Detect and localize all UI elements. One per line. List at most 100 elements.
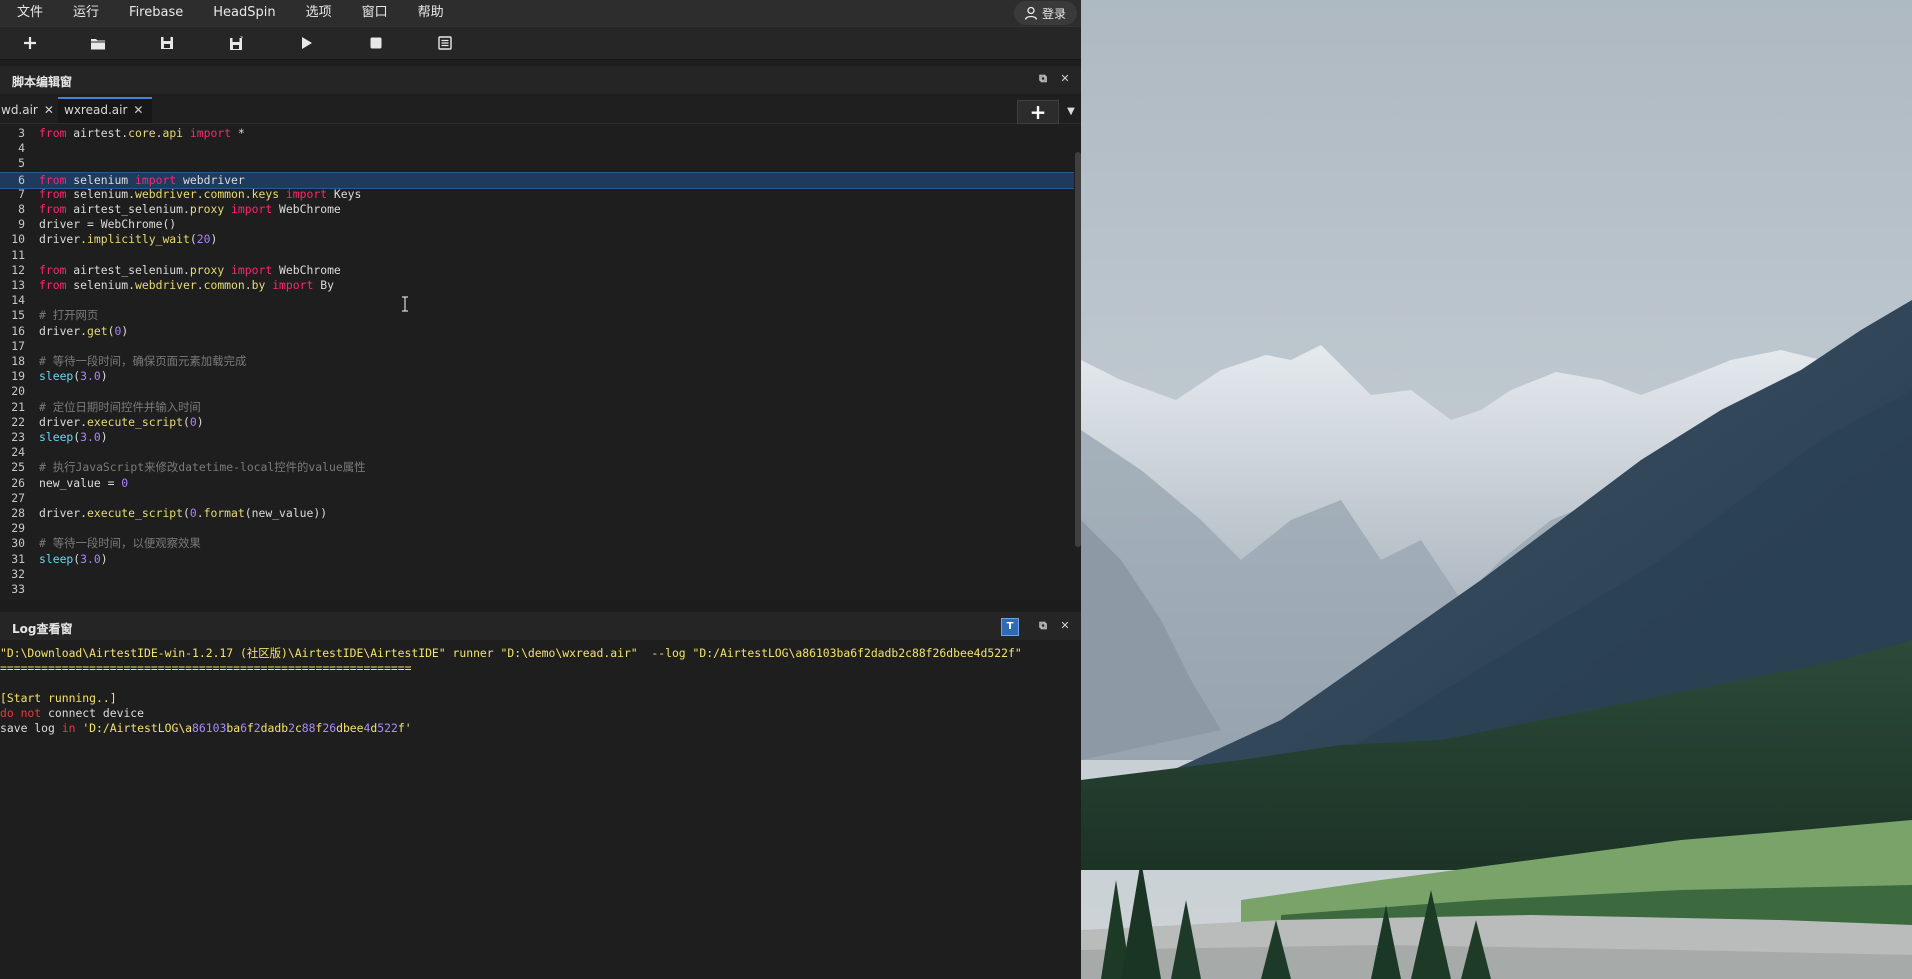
- code-line[interactable]: 27: [0, 491, 1074, 506]
- code-text: from selenium.webdriver.common.keys impo…: [39, 186, 362, 201]
- code-line[interactable]: 10 driver.implicitly_wait(20): [0, 232, 1074, 247]
- code-line[interactable]: 22 driver.execute_script(0): [0, 415, 1074, 430]
- menu-firebase[interactable]: Firebase: [114, 0, 198, 26]
- editor-header: 脚本编辑窗 ⧉ ✕: [0, 66, 1081, 94]
- code-line[interactable]: 3 from airtest.core.api import *: [0, 126, 1074, 141]
- menu-help[interactable]: 帮助: [403, 0, 459, 26]
- line-number: 23: [11, 430, 25, 444]
- close-panel-icon[interactable]: ✕: [1058, 72, 1072, 86]
- code-line[interactable]: 25 # 执行JavaScript来修改datetime-local控件的valu…: [0, 460, 1074, 475]
- menu-file[interactable]: 文件: [2, 0, 58, 26]
- editor-title: 脚本编辑窗: [12, 75, 73, 89]
- log-line-save-log: save log in 'D:/AirtestLOG\a86103ba6f2da…: [0, 721, 412, 735]
- line-number: 20: [11, 384, 25, 399]
- code-line[interactable]: 11: [0, 248, 1074, 263]
- ide-window: 文件 运行 Firebase HeadSpin 选项 窗口 帮助 登录 脚本编辑…: [0, 0, 1081, 979]
- menu-headspin[interactable]: HeadSpin: [198, 0, 290, 26]
- float-panel-icon[interactable]: ⧉: [1036, 72, 1050, 86]
- float-panel-icon[interactable]: ⧉: [1036, 619, 1050, 633]
- code-text: sleep(3.0): [39, 551, 108, 566]
- code-line[interactable]: 14: [0, 293, 1074, 308]
- save-as-icon[interactable]: [226, 33, 246, 53]
- code-text: sleep(3.0): [39, 430, 108, 444]
- login-button[interactable]: 登录: [1013, 1, 1077, 25]
- close-tab-icon[interactable]: ✕: [133, 103, 143, 117]
- line-number: 4: [18, 141, 25, 156]
- code-text: # 等待一段时间，以便观察效果: [39, 536, 201, 551]
- stop-icon[interactable]: [366, 33, 386, 53]
- code-line[interactable]: 5: [0, 156, 1074, 171]
- code-line[interactable]: 12 from airtest_selenium.proxy import Web…: [0, 263, 1074, 278]
- code-text: from selenium.webdriver.common.by import…: [39, 278, 334, 292]
- code-line[interactable]: 20: [0, 384, 1074, 399]
- open-folder-icon[interactable]: [88, 33, 108, 53]
- text-cursor-icon: [402, 296, 408, 312]
- code-line[interactable]: 32: [0, 567, 1074, 582]
- log-line-do-not-connect: do not connect device: [0, 706, 145, 720]
- line-number: 5: [18, 156, 25, 171]
- code-line[interactable]: 7 from selenium.webdriver.common.keys imp…: [0, 187, 1074, 202]
- code-line[interactable]: 15 # 打开网页: [0, 308, 1074, 323]
- code-text: # 定位日期时间控件并输入时间: [39, 399, 201, 414]
- line-number: 17: [11, 338, 25, 353]
- run-icon[interactable]: [297, 33, 317, 53]
- line-number: 24: [11, 445, 25, 460]
- line-number: 8: [18, 202, 25, 216]
- save-icon[interactable]: [157, 33, 177, 53]
- code-line[interactable]: 31 sleep(3.0): [0, 552, 1074, 567]
- code-line[interactable]: 24: [0, 445, 1074, 460]
- code-text: sleep(3.0): [39, 369, 108, 384]
- tab-label: wxread.air: [64, 103, 128, 117]
- log-output[interactable]: "D:\Download\AirtestIDE-win-1.2.17 (社区版)…: [0, 646, 1081, 736]
- line-number: 27: [11, 490, 25, 505]
- code-line[interactable]: 28 driver.execute_script(0.format(new_val…: [0, 506, 1074, 521]
- line-number: 21: [11, 399, 25, 414]
- code-line[interactable]: 13 from selenium.webdriver.common.by impo…: [0, 278, 1074, 293]
- code-line[interactable]: 23 sleep(3.0): [0, 430, 1074, 445]
- code-line[interactable]: 8 from airtest_selenium.proxy import WebC…: [0, 202, 1074, 217]
- code-line[interactable]: 17: [0, 339, 1074, 354]
- script-editor-panel: 脚本编辑窗 ⧉ ✕ wd.air ✕ wxread.air ✕ + ▼ 3 from …: [0, 60, 1081, 600]
- code-line[interactable]: 18 # 等待一段时间，确保页面元素加载完成: [0, 354, 1074, 369]
- code-text: driver.implicitly_wait(20): [39, 232, 218, 247]
- code-line[interactable]: 9 driver = WebChrome(): [0, 217, 1074, 232]
- report-icon[interactable]: [435, 33, 455, 53]
- close-tab-icon[interactable]: ✕: [44, 103, 54, 117]
- code-text: driver.execute_script(0): [39, 414, 204, 429]
- line-number: 13: [11, 278, 25, 292]
- code-line[interactable]: 16 driver.get(0): [0, 324, 1074, 339]
- code-line[interactable]: 4: [0, 141, 1074, 156]
- line-number: 7: [18, 186, 25, 201]
- tab-wxread-air[interactable]: wxread.air ✕: [58, 97, 152, 123]
- line-number: 12: [11, 262, 25, 277]
- line-number: 6: [18, 172, 25, 187]
- code-line[interactable]: 30 # 等待一段时间，以便观察效果: [0, 536, 1074, 551]
- line-number: 16: [11, 323, 25, 338]
- add-script-button[interactable]: +: [1017, 100, 1059, 124]
- close-panel-icon[interactable]: ✕: [1058, 619, 1072, 633]
- menu-window[interactable]: 窗口: [347, 0, 403, 26]
- menu-options[interactable]: 选项: [291, 0, 347, 26]
- tab-wd-air[interactable]: wd.air ✕: [1, 97, 57, 123]
- code-text: # 打开网页: [39, 308, 99, 323]
- chevron-down-icon[interactable]: ▼: [1063, 102, 1079, 122]
- log-header: Log查看窗 T ⧉ ✕: [0, 612, 1081, 640]
- code-text: from airtest_selenium.proxy import WebCh…: [39, 262, 341, 277]
- login-label: 登录: [1041, 6, 1066, 21]
- desktop-wallpaper: [1081, 0, 1912, 979]
- log-viewer-panel: Log查看窗 T ⧉ ✕ "D:\Download\AirtestIDE-win…: [0, 612, 1081, 979]
- code-line[interactable]: 33: [0, 582, 1074, 597]
- code-line[interactable]: 21 # 定位日期时间控件并输入时间: [0, 400, 1074, 415]
- code-line[interactable]: 26 new_value = 0: [0, 476, 1074, 491]
- new-file-icon[interactable]: [20, 33, 40, 53]
- code-line[interactable]: 19 sleep(3.0): [0, 369, 1074, 384]
- line-number: 18: [11, 354, 25, 368]
- code-line[interactable]: 29: [0, 521, 1074, 536]
- log-filter-toggle[interactable]: T: [1001, 618, 1019, 636]
- code-editor[interactable]: 3 from airtest.core.api import * 4 5 6 from s…: [0, 122, 1074, 600]
- menu-bar: 文件 运行 Firebase HeadSpin 选项 窗口 帮助 登录: [0, 0, 1081, 26]
- line-number: 3: [18, 126, 25, 140]
- log-line: ========================================…: [0, 661, 412, 675]
- menu-run[interactable]: 运行: [58, 0, 114, 26]
